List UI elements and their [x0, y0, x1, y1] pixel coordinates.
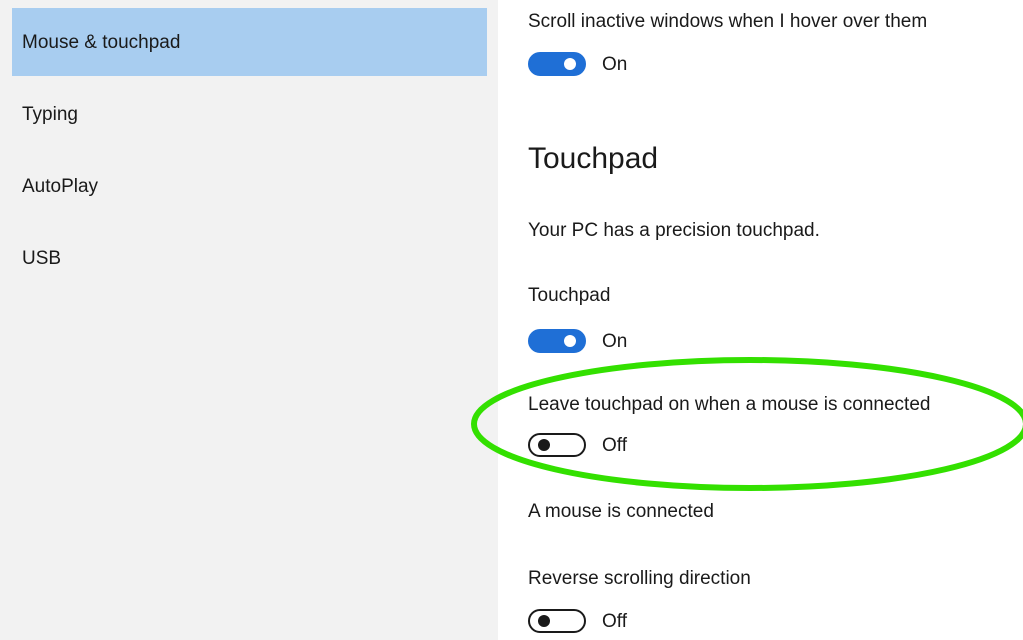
- sidebar-item-autoplay[interactable]: AutoPlay: [12, 152, 487, 220]
- reverse-scrolling-state: Off: [602, 610, 627, 632]
- leave-touchpad-on-label: Leave touchpad on when a mouse is connec…: [528, 394, 931, 415]
- touchpad-description: Your PC has a precision touchpad.: [528, 220, 820, 241]
- sidebar-item-mouse-touchpad[interactable]: Mouse & touchpad: [12, 8, 487, 76]
- scroll-inactive-state: On: [602, 53, 628, 75]
- scroll-inactive-toggle-row: On: [528, 51, 627, 77]
- sidebar: Mouse & touchpad Typing AutoPlay USB: [0, 0, 498, 640]
- reverse-scrolling-toggle[interactable]: [528, 609, 586, 633]
- sidebar-item-label: Mouse & touchpad: [22, 31, 181, 53]
- touchpad-toggle-label: Touchpad: [528, 285, 611, 306]
- reverse-scrolling-label: Reverse scrolling direction: [528, 568, 751, 589]
- toggle-knob: [564, 58, 576, 70]
- sidebar-item-typing[interactable]: Typing: [12, 80, 487, 148]
- sidebar-item-usb[interactable]: USB: [12, 224, 487, 292]
- leave-touchpad-on-toggle[interactable]: [528, 433, 586, 457]
- toggle-knob: [538, 615, 550, 627]
- touchpad-toggle[interactable]: [528, 329, 586, 353]
- toggle-knob: [538, 439, 550, 451]
- settings-content: Scroll inactive windows when I hover ove…: [498, 0, 1023, 640]
- touchpad-toggle-row: On: [528, 328, 627, 354]
- scroll-inactive-label: Scroll inactive windows when I hover ove…: [528, 11, 928, 32]
- toggle-knob: [564, 335, 576, 347]
- scroll-inactive-toggle[interactable]: [528, 52, 586, 76]
- sidebar-item-label: AutoPlay: [22, 175, 99, 197]
- leave-touchpad-on-toggle-row: Off: [528, 432, 627, 458]
- leave-touchpad-on-state: Off: [602, 434, 627, 456]
- settings-window: Mouse & touchpad Typing AutoPlay USB Scr…: [0, 0, 1023, 640]
- sidebar-item-label: USB: [22, 247, 62, 269]
- touchpad-heading: Touchpad: [528, 142, 659, 175]
- reverse-scrolling-toggle-row: Off: [528, 608, 627, 634]
- sidebar-item-label: Typing: [22, 103, 78, 125]
- touchpad-state: On: [602, 330, 628, 352]
- mouse-connected-status: A mouse is connected: [528, 501, 714, 522]
